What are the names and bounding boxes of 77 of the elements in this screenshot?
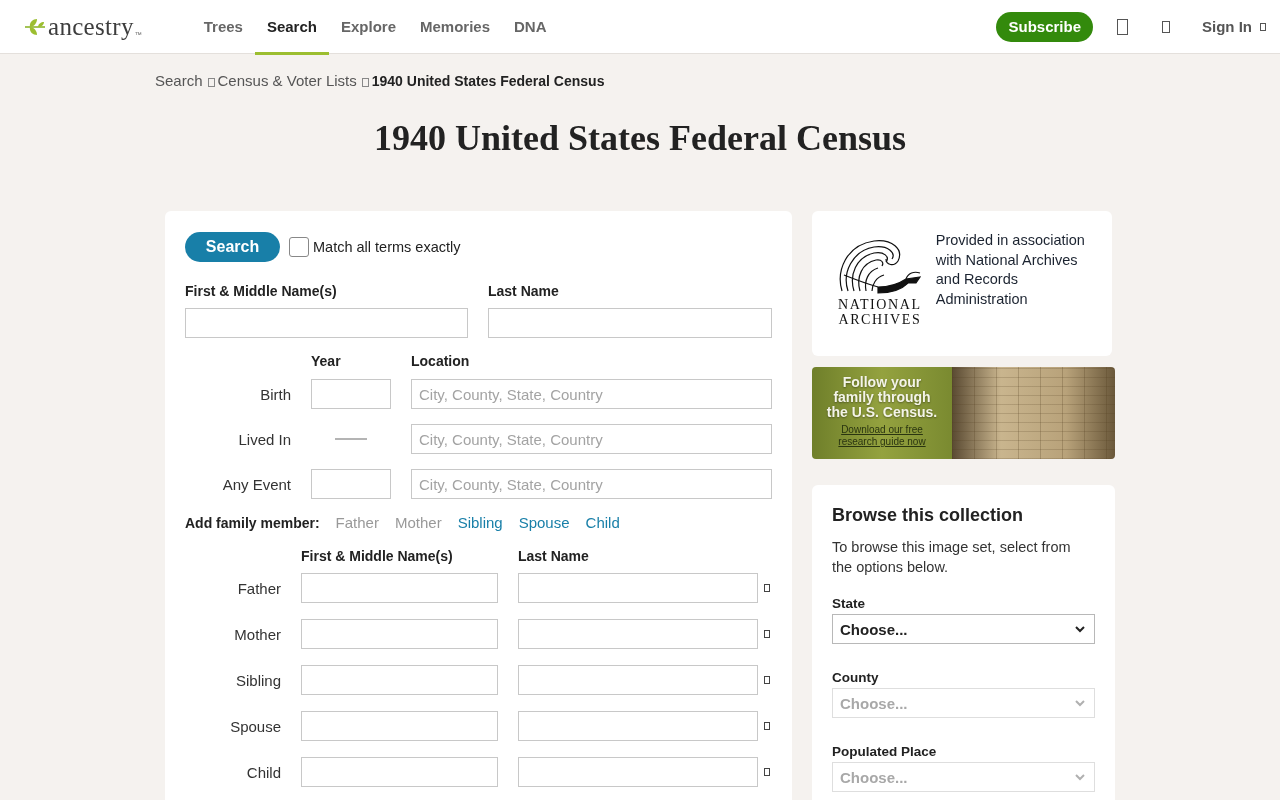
year-field[interactable] [311, 469, 391, 499]
browse-title: Browse this collection [832, 504, 1025, 526]
relative-label: Father [237, 579, 281, 597]
subscribe-button[interactable]: Subscribe [996, 11, 1093, 42]
event-label: Birth [260, 385, 291, 403]
breadcrumb-link[interactable]: Census & Voter Lists [217, 71, 357, 91]
square-icon[interactable] [764, 722, 770, 730]
field-label: Populated Place [832, 744, 938, 760]
add-family-link[interactable]: Spouse [518, 514, 570, 531]
square-icon[interactable] [1162, 20, 1170, 33]
last-name-field[interactable] [518, 573, 758, 603]
nav-tab[interactable]: Memories [408, 0, 502, 54]
column-label: First & Middle Name(s) [301, 548, 453, 564]
banner-panel[interactable]: Follow your family through the U.S. Census. Download our free research guide now [812, 367, 952, 459]
add-family-link[interactable]: Sibling [457, 514, 503, 531]
browse-description: To browse this image set, select from the options below. [832, 538, 1072, 577]
nav-tab[interactable]: Explore [328, 0, 408, 54]
logo-text: ARCHIVES [838, 312, 922, 327]
nav-tab[interactable]: Search [254, 0, 329, 54]
dash-icon [335, 438, 367, 440]
column-label: Year [311, 353, 341, 369]
search-button[interactable]: Search [185, 232, 280, 262]
first-name-field[interactable] [301, 573, 498, 603]
first-name-field[interactable] [301, 665, 498, 695]
chevron-down-icon [1075, 625, 1085, 633]
last-name-field[interactable] [518, 619, 758, 649]
square-icon [361, 78, 369, 87]
page-title: 1940 United States Federal Census [374, 118, 906, 159]
field-label: County [832, 670, 880, 686]
square-icon[interactable] [1117, 18, 1128, 35]
location-field[interactable]: City, County, State, Country [411, 379, 772, 409]
add-family-link[interactable]: Child [585, 514, 620, 531]
square-icon[interactable] [764, 630, 770, 638]
first-name-field[interactable] [185, 308, 468, 338]
event-label: Lived In [238, 430, 291, 448]
relative-label: Mother [234, 625, 281, 643]
checkbox[interactable] [289, 237, 309, 257]
nav-tab[interactable]: Trees [191, 0, 255, 54]
chevron-down-icon [1075, 699, 1085, 707]
first-name-field[interactable] [301, 619, 498, 649]
breadcrumb-link[interactable]: Search [155, 71, 203, 91]
chevron-down-icon [1075, 773, 1085, 781]
relative-label: Child [246, 763, 281, 781]
last-name-field[interactable] [518, 665, 758, 695]
last-name-field[interactable] [518, 757, 758, 787]
event-label: Any Event [222, 475, 291, 493]
guide-link[interactable]: Download our free research guide now [834, 424, 930, 448]
banner-headline: Follow your family through the U.S. Census. [825, 375, 939, 420]
logo-text[interactable]: ancestry [48, 14, 134, 39]
relative-label: Spouse [230, 717, 281, 735]
breadcrumb-current: 1940 United States Federal Census [371, 72, 605, 91]
location-field[interactable]: City, County, State, Country [411, 424, 772, 454]
relative-label: Sibling [235, 671, 281, 689]
last-name-field[interactable] [518, 711, 758, 741]
square-icon [1260, 22, 1266, 31]
year-field[interactable] [311, 379, 391, 409]
square-icon[interactable] [764, 676, 770, 684]
dropdown[interactable]: Choose... [832, 614, 1095, 644]
column-label: Location [411, 353, 470, 369]
association-text: Provided in association with National Archives and Records Administration [935, 231, 1086, 309]
last-name-field[interactable] [488, 308, 772, 338]
field-label: First & Middle Name(s) [185, 283, 337, 299]
square-icon[interactable] [764, 768, 770, 776]
logo-text: NATIONAL [838, 297, 922, 312]
location-field[interactable]: City, County, State, Country [411, 469, 772, 499]
square-icon[interactable] [764, 584, 770, 592]
first-name-field[interactable] [301, 711, 498, 741]
leaf-icon[interactable] [24, 17, 46, 36]
field-label: Last Name [488, 283, 559, 299]
column-label: Last Name [518, 548, 589, 564]
checkbox-label: Match all terms exactly [313, 239, 461, 255]
first-name-field[interactable] [301, 757, 498, 787]
sign-in-button[interactable]: Sign In [1202, 18, 1266, 35]
field-label: State [832, 596, 866, 612]
family-prompt-label: Add family member: [185, 515, 320, 532]
nav-tab[interactable]: DNA [502, 0, 559, 54]
square-icon [207, 78, 215, 87]
